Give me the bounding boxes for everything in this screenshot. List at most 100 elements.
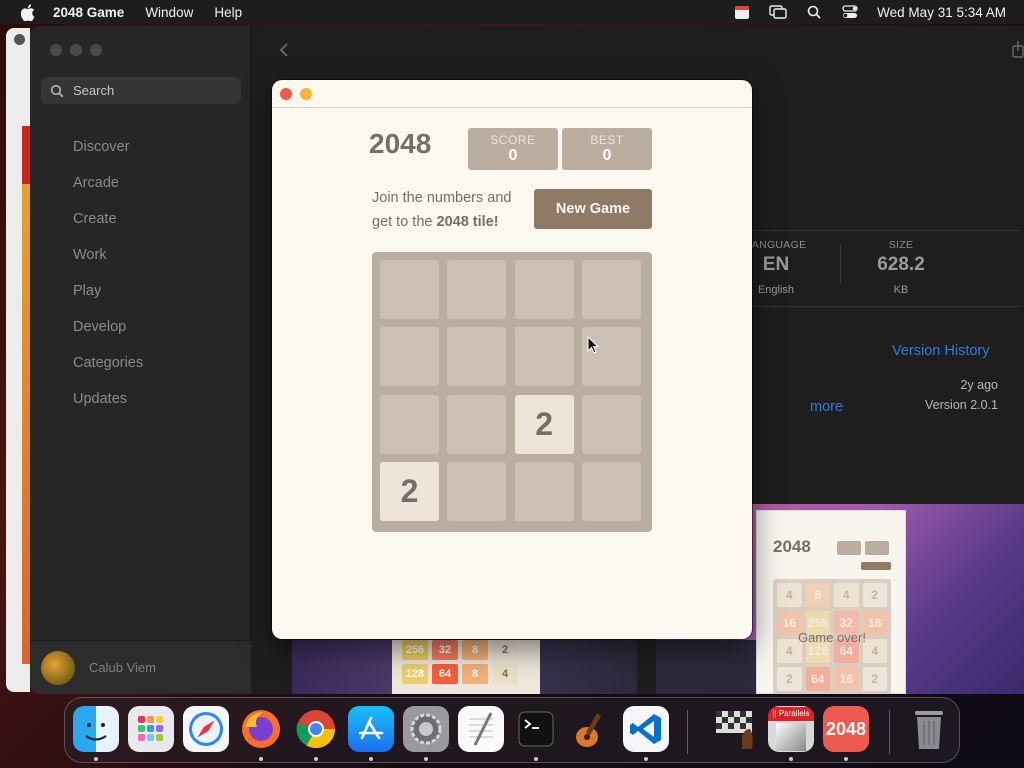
more-link[interactable]: more — [810, 399, 843, 415]
screenshot-title: 2048 — [773, 537, 811, 556]
screenshot-tile: 256 — [402, 640, 428, 660]
zoom-button[interactable] — [90, 44, 102, 56]
screenshot-game-board: 256 32 8 2 128 64 8 4 — [392, 640, 540, 694]
game-2048-label: 2048 — [825, 718, 867, 739]
back-chevron-icon[interactable] — [278, 42, 290, 58]
sidebar-item-work[interactable]: Work — [30, 237, 251, 273]
background-window-edge[interactable] — [6, 28, 30, 692]
sidebar-item-discover[interactable]: Discover — [30, 129, 251, 165]
grid-cell — [581, 394, 641, 454]
running-indicator — [314, 757, 318, 761]
grid-cell — [514, 260, 574, 319]
search-icon — [50, 84, 64, 97]
window-switch-icon[interactable] — [769, 4, 787, 20]
grid-cell — [447, 260, 507, 319]
dock: || Parallels 2048 — [64, 697, 960, 763]
new-game-button[interactable]: New Game — [534, 189, 652, 229]
game-2048-icon[interactable]: 2048 — [823, 706, 869, 752]
terminal-icon[interactable] — [513, 706, 559, 752]
game-titlebar[interactable] — [272, 80, 752, 108]
minimize-button[interactable] — [300, 88, 312, 100]
sidebar-item-develop[interactable]: Develop — [30, 309, 251, 345]
menu-bar: 2048 Game Window Help Wed May 31 5:34 AM — [0, 0, 1024, 24]
search-input[interactable]: Search — [41, 77, 241, 104]
screenshot-tile: 64 — [432, 664, 458, 684]
trash-icon[interactable] — [906, 706, 952, 752]
avatar — [41, 650, 75, 685]
menu-help[interactable]: Help — [214, 5, 242, 20]
running-indicator — [644, 757, 648, 761]
version-date: 2y ago — [960, 378, 998, 392]
menu-app-name[interactable]: 2048 Game — [53, 5, 124, 20]
menu-window[interactable]: Window — [145, 5, 193, 20]
game-board[interactable]: 22 — [372, 252, 652, 532]
version-history-link[interactable]: Version History — [892, 343, 990, 359]
score-box: SCORE 0 — [468, 128, 558, 170]
screenshot-tile: 4 — [492, 664, 518, 684]
grid-cell — [380, 327, 439, 387]
size-info: SIZE 628.2 KB — [841, 231, 961, 308]
best-label: BEST — [590, 133, 624, 147]
grid-cell — [581, 260, 641, 319]
size-value: 628.2 — [877, 254, 925, 275]
vscode-icon[interactable] — [623, 706, 669, 752]
sidebar-item-categories[interactable]: Categories — [30, 345, 251, 381]
screenshot-thumbnail[interactable]: 256 32 8 2 128 64 8 4 — [292, 640, 637, 694]
sidebar-item-create[interactable]: Create — [30, 201, 251, 237]
window-controls — [50, 44, 102, 56]
grid-cell — [447, 327, 507, 387]
running-indicator — [94, 757, 98, 761]
running-indicator — [844, 757, 848, 761]
score-label: SCORE — [490, 133, 536, 147]
close-button[interactable] — [280, 88, 292, 100]
account-button[interactable]: Calub Viem — [30, 640, 251, 694]
mouse-cursor-icon — [587, 336, 599, 354]
launchpad-icon[interactable] — [128, 706, 174, 752]
best-box: BEST 0 — [562, 128, 652, 170]
sidebar-item-play[interactable]: Play — [30, 273, 251, 309]
game-title: 2048 — [369, 128, 432, 159]
running-indicator — [534, 757, 538, 761]
screenshot-game-window: 2048 48421625632164128644264162 Game ove… — [756, 510, 906, 694]
grid-cell — [514, 327, 574, 387]
grid-cell — [380, 260, 439, 319]
account-name: Calub Viem — [89, 660, 156, 675]
dock-separator — [687, 710, 688, 754]
search-placeholder: Search — [73, 83, 115, 98]
close-button[interactable] — [50, 44, 62, 56]
share-icon[interactable] — [1012, 40, 1024, 58]
firefox-icon[interactable] — [238, 706, 284, 752]
calendar-status-icon[interactable] — [733, 4, 751, 20]
parallels-label: || Parallels — [768, 707, 814, 721]
chrome-icon[interactable] — [293, 706, 339, 752]
apple-icon[interactable] — [17, 2, 37, 22]
spotlight-search-icon[interactable] — [805, 4, 823, 20]
screenshot-tile: 8 — [462, 640, 488, 660]
grid-cell — [581, 461, 641, 521]
grid-cell — [447, 461, 507, 521]
version-number: Version 2.0.1 — [925, 398, 998, 412]
finder-icon[interactable] — [73, 706, 119, 752]
grid-cell — [447, 394, 507, 454]
parallels-icon[interactable]: || Parallels — [768, 706, 814, 752]
running-indicator — [424, 757, 428, 761]
sidebar-item-updates[interactable]: Updates — [30, 381, 251, 417]
system-preferences-icon[interactable] — [403, 706, 449, 752]
textedit-icon[interactable] — [458, 706, 504, 752]
minimize-button[interactable] — [70, 44, 82, 56]
app-store-icon[interactable] — [348, 706, 394, 752]
app-info-row: LANGUAGE EN English SIZE 628.2 KB — [712, 230, 1022, 307]
intro-bold: 2048 tile! — [436, 214, 499, 230]
running-indicator — [369, 757, 373, 761]
chess-icon[interactable] — [713, 706, 759, 752]
sidebar-item-arcade[interactable]: Arcade — [30, 165, 251, 201]
control-center-icon[interactable] — [841, 4, 859, 20]
menu-clock[interactable]: Wed May 31 5:34 AM — [877, 5, 1006, 20]
safari-icon[interactable] — [183, 706, 229, 752]
grid-cell — [380, 394, 439, 454]
garageband-icon[interactable] — [568, 706, 614, 752]
best-value: 0 — [602, 147, 612, 164]
app-store-sidebar: Search Discover Arcade Create Work Play … — [30, 26, 251, 694]
sidebar-nav: Discover Arcade Create Work Play Develop… — [30, 129, 251, 417]
game-intro: Join the numbers and get to the 2048 til… — [372, 186, 532, 234]
